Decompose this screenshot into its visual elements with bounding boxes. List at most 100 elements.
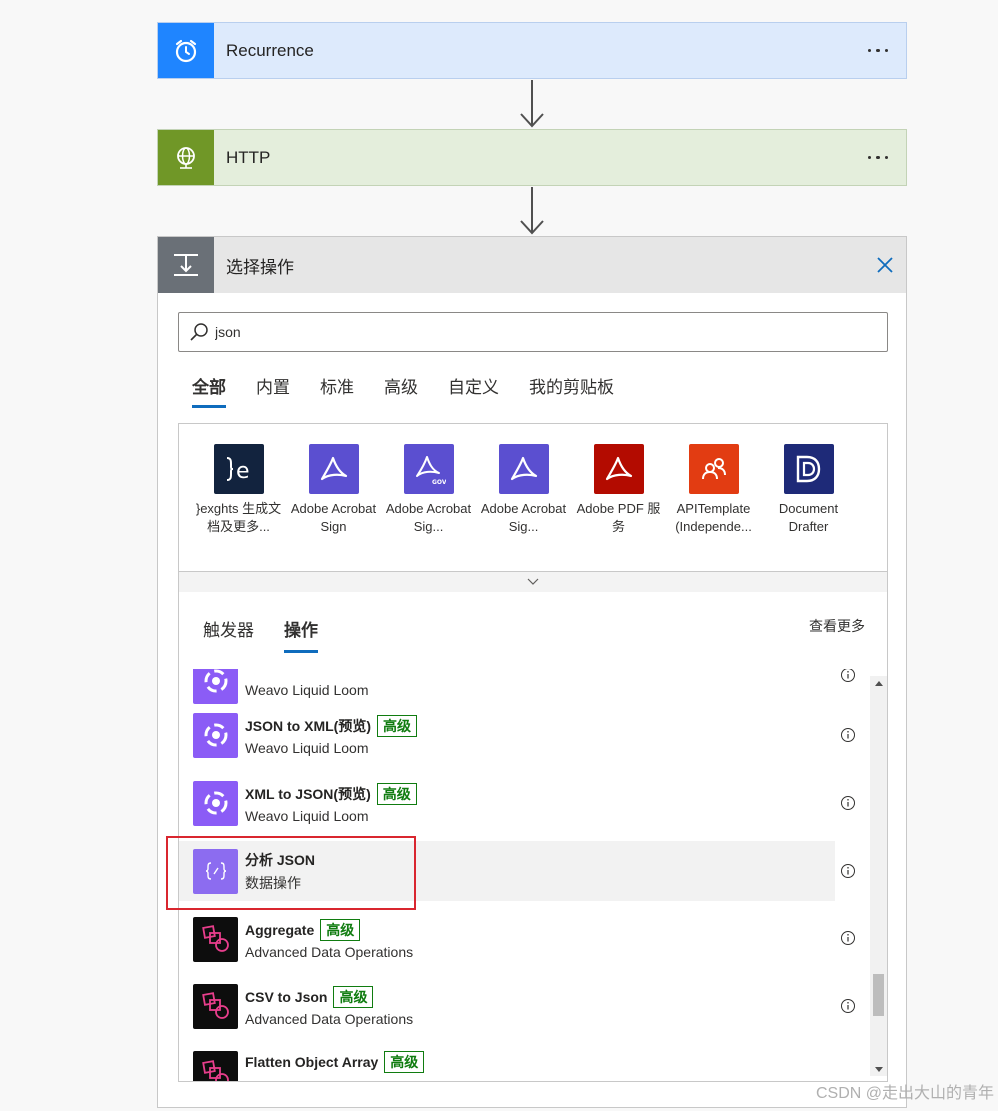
svg-text:GOV: GOV xyxy=(432,479,446,486)
premium-badge: 高级 xyxy=(333,985,374,1008)
connector-name: Adobe Acrobat Sign xyxy=(290,501,377,534)
chevron-down-icon xyxy=(527,578,539,585)
action-text: Flatten Object Array 高级 xyxy=(245,1051,425,1073)
triangle-up-icon xyxy=(874,680,883,686)
info-icon[interactable] xyxy=(840,669,856,683)
action-connector: Advanced Data Operations xyxy=(245,943,414,960)
apitemplate-icon xyxy=(688,444,739,494)
weavo-icon xyxy=(193,780,238,826)
info-icon[interactable] xyxy=(840,863,856,879)
action-name: Flatten Object Array xyxy=(245,1054,379,1070)
connector-name: }exghts 生成文档及更多... xyxy=(195,501,282,534)
advanced-data-ops-icon xyxy=(193,983,238,1029)
action-text: JSON to XML(预览) 高级 Weavo Liquid Loom xyxy=(245,714,417,756)
tab-builtin[interactable]: 内置 xyxy=(256,373,290,408)
action-connector: 数据操作 xyxy=(245,874,301,891)
action-text: Weavo Liquid Loom xyxy=(245,669,368,698)
connector-adobe-acrobat-sign[interactable]: Adobe Acrobat Sign xyxy=(286,444,381,536)
close-icon xyxy=(877,257,893,273)
tab-custom[interactable]: 自定义 xyxy=(448,373,499,408)
more-options-button[interactable] xyxy=(858,143,898,173)
action-text: Aggregate 高级 Advanced Data Operations xyxy=(245,918,414,960)
recurrence-step[interactable]: Recurrence xyxy=(157,22,907,79)
scrollbar-thumb[interactable] xyxy=(873,974,884,1016)
advanced-data-ops-icon xyxy=(193,916,238,962)
tab-triggers[interactable]: 触发器 xyxy=(203,616,254,653)
premium-badge: 高级 xyxy=(377,714,417,737)
action-row[interactable]: Flatten Object Array 高级 xyxy=(179,1044,835,1081)
tab-my-clipboard[interactable]: 我的剪贴板 xyxy=(529,373,614,408)
advanced-data-ops-icon xyxy=(193,1051,238,1081)
search-input[interactable] xyxy=(215,324,887,340)
tab-premium[interactable]: 高级 xyxy=(384,373,418,408)
tab-actions[interactable]: 操作 xyxy=(284,616,318,653)
info-icon[interactable] xyxy=(840,998,856,1014)
connector-adobe-acrobat-sign-2[interactable]: Adobe Acrobat Sig... xyxy=(476,444,571,536)
action-connector: Weavo Liquid Loom xyxy=(245,807,369,824)
connector-name: Document Drafter xyxy=(778,501,839,534)
results-box: 触发器 操作 查看更多 Weavo Liquid Loom JSON to XM… xyxy=(178,592,888,1082)
flow-arrow-icon xyxy=(520,187,544,235)
close-button[interactable] xyxy=(870,250,900,280)
http-step[interactable]: HTTP xyxy=(157,129,907,186)
panel-title: 选择操作 xyxy=(226,257,294,277)
action-row-parse-json[interactable]: 分析 JSON 数据操作 xyxy=(179,841,835,901)
tab-standard[interactable]: 标准 xyxy=(320,373,354,408)
globe-icon xyxy=(158,130,214,185)
adobe-acrobat-gov-icon: GOV xyxy=(403,444,454,494)
connector-document-drafter[interactable]: Document Drafter xyxy=(761,444,856,536)
action-row[interactable]: JSON to XML(预览) 高级 Weavo Liquid Loom xyxy=(179,705,835,765)
action-connector: Weavo Liquid Loom xyxy=(245,682,369,698)
scrollbar[interactable] xyxy=(870,676,887,1076)
step-title: Recurrence xyxy=(226,40,314,60)
result-tabs: 触发器 操作 xyxy=(203,616,318,653)
search-icon xyxy=(190,323,208,341)
connector-name: Adobe Acrobat Sig... xyxy=(480,501,567,534)
watermark: CSDN @走出大山的青年 xyxy=(815,1085,994,1102)
scroll-down-button[interactable] xyxy=(870,1062,887,1076)
expand-connectors-button[interactable] xyxy=(178,571,888,593)
data-operation-icon xyxy=(193,848,238,894)
flow-arrow-icon xyxy=(520,80,544,128)
info-icon[interactable] xyxy=(840,795,856,811)
category-tabs: 全部 内置 标准 高级 自定义 我的剪贴板 xyxy=(192,373,614,408)
action-text: XML to JSON(预览) 高级 Weavo Liquid Loom xyxy=(245,782,417,824)
action-name: 分析 JSON xyxy=(245,851,316,868)
see-more-link[interactable]: 查看更多 xyxy=(809,616,865,636)
connector-apitemplate[interactable]: APITemplate (Independe... xyxy=(666,444,761,536)
connector-jexghts[interactable]: e }exghts 生成文档及更多... xyxy=(191,444,286,536)
scroll-up-button[interactable] xyxy=(870,676,887,690)
action-name: CSV to Json xyxy=(245,988,328,1005)
weavo-icon xyxy=(193,712,238,758)
action-row[interactable]: Aggregate 高级 Advanced Data Operations xyxy=(179,909,835,969)
jexghts-logo: e xyxy=(213,444,264,494)
action-connector: Advanced Data Operations xyxy=(245,1010,414,1027)
action-connector: Weavo Liquid Loom xyxy=(245,739,369,756)
choose-operation-panel: 选择操作 全部 内置 标准 高级 自定义 我的剪贴板 e xyxy=(157,236,907,1108)
connector-name: Adobe Acrobat Sig... xyxy=(385,501,472,534)
svg-text:e: e xyxy=(236,459,250,484)
action-text: 分析 JSON 数据操作 xyxy=(245,850,315,893)
connector-adobe-acrobat-sign-gov[interactable]: GOV Adobe Acrobat Sig... xyxy=(381,444,476,536)
step-title: HTTP xyxy=(226,147,271,167)
info-icon[interactable] xyxy=(840,930,856,946)
ellipsis-icon xyxy=(867,48,889,53)
tab-all[interactable]: 全部 xyxy=(192,373,226,408)
action-name: XML to JSON(预览) xyxy=(245,785,371,802)
action-row[interactable]: XML to JSON(预览) 高级 Weavo Liquid Loom xyxy=(179,773,835,833)
connectors-box: e }exghts 生成文档及更多... Adobe Acrobat Sign xyxy=(178,423,888,591)
search-box[interactable] xyxy=(178,312,888,352)
connectors-row: e }exghts 生成文档及更多... Adobe Acrobat Sign xyxy=(179,424,887,536)
action-text: CSV to Json 高级 Advanced Data Operations xyxy=(245,985,414,1027)
action-row[interactable]: CSV to Json 高级 Advanced Data Operations xyxy=(179,976,835,1036)
adobe-acrobat-icon xyxy=(498,444,549,494)
connector-adobe-pdf-services[interactable]: Adobe PDF 服务 xyxy=(571,444,666,536)
more-options-button[interactable] xyxy=(858,36,898,66)
info-icon[interactable] xyxy=(840,727,856,743)
adobe-pdf-icon xyxy=(593,444,644,494)
action-list: Weavo Liquid Loom JSON to XML(预览) 高级 Wea… xyxy=(179,669,887,1081)
triangle-down-icon xyxy=(874,1066,883,1072)
connector-name: Adobe PDF 服务 xyxy=(576,501,661,534)
action-name: Aggregate xyxy=(245,921,315,938)
action-name: JSON to XML(预览) xyxy=(245,717,371,734)
